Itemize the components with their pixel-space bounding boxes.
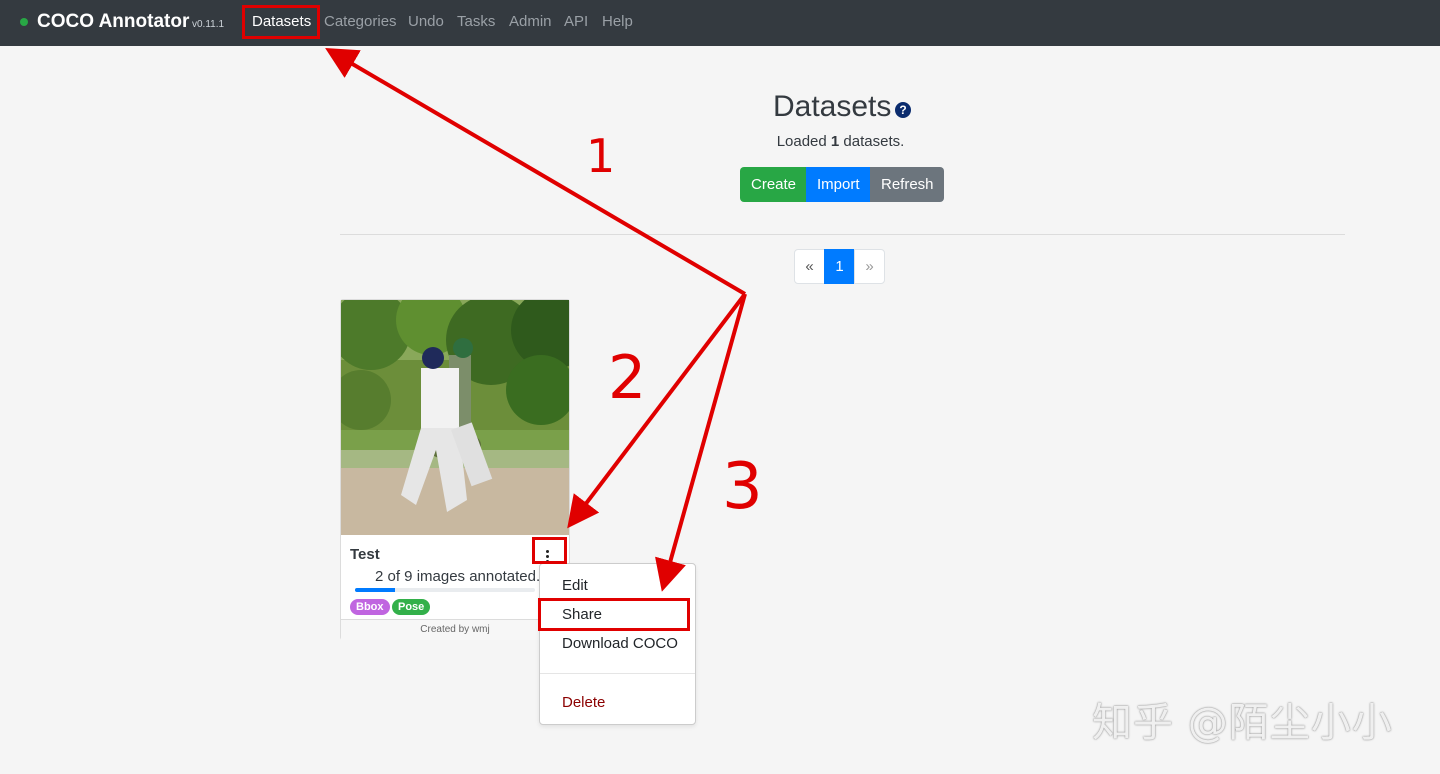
- status-dot-icon: [20, 18, 28, 26]
- arrow-to-share: [655, 293, 747, 592]
- highlight-datasets-box: [242, 5, 320, 39]
- annotation-progress-bar: [355, 588, 535, 592]
- dataset-options-dropdown: Edit Share Download COCO Delete: [539, 563, 696, 725]
- nav-undo[interactable]: Undo: [408, 13, 444, 30]
- highlight-kebab-box: [532, 537, 567, 564]
- loaded-datasets-text: Loaded 1 datasets.: [0, 133, 1440, 150]
- menu-item-edit[interactable]: Edit: [562, 577, 588, 594]
- card-footer: Created by wmj: [341, 619, 569, 640]
- loaded-prefix: Loaded: [776, 133, 831, 150]
- loaded-count: 1: [830, 133, 840, 150]
- pagination-page-1[interactable]: 1: [824, 249, 855, 284]
- nav-tasks[interactable]: Tasks: [457, 13, 495, 30]
- nav-help[interactable]: Help: [602, 13, 633, 30]
- navbar: COCO Annotator v0.11.1 Datasets Categori…: [0, 0, 1440, 46]
- tag-pose: Pose: [392, 599, 431, 615]
- pagination: « 1 »: [794, 249, 885, 284]
- pagination-prev[interactable]: «: [794, 249, 825, 284]
- loaded-suffix: datasets.: [839, 133, 905, 150]
- dataset-actions: Create Import Refresh: [740, 167, 944, 202]
- arrow-to-datasets: [325, 47, 747, 296]
- menu-item-delete[interactable]: Delete: [562, 694, 605, 711]
- nav-admin[interactable]: Admin: [509, 13, 552, 30]
- annotation-progress-text: 2 of 9 images annotated.: [375, 568, 541, 585]
- watermark: 知乎 @陌尘小小: [1092, 700, 1393, 746]
- divider: [340, 234, 1345, 235]
- step-2-label: 2: [608, 343, 646, 413]
- annotation-overlay: 1 2 3: [325, 47, 763, 592]
- tag-bbox: Bbox: [350, 599, 390, 615]
- dataset-thumbnail[interactable]: [341, 300, 569, 535]
- version-label: v0.11.1: [192, 19, 225, 30]
- pagination-next[interactable]: »: [854, 249, 885, 284]
- dataset-name[interactable]: Test: [350, 546, 380, 563]
- create-button[interactable]: Create: [740, 167, 806, 202]
- menu-item-download-coco[interactable]: Download COCO: [562, 635, 678, 652]
- dropdown-divider: [540, 673, 695, 674]
- arrow-to-kebab: [567, 292, 747, 529]
- dataset-card[interactable]: Test 2 of 9 images annotated. Bbox Pose …: [340, 299, 570, 640]
- step-3-label: 3: [722, 450, 763, 524]
- brand-title[interactable]: COCO Annotator: [37, 11, 189, 33]
- refresh-button[interactable]: Refresh: [870, 167, 944, 202]
- highlight-share-box: [538, 598, 690, 631]
- baseball-photo: [341, 300, 569, 535]
- page-title: Datasets: [773, 90, 892, 123]
- nav-categories[interactable]: Categories: [324, 13, 397, 30]
- progress-fill: [355, 588, 395, 592]
- nav-api[interactable]: API: [564, 13, 588, 30]
- question-circle-icon[interactable]: ?: [895, 102, 911, 118]
- import-button[interactable]: Import: [806, 167, 870, 202]
